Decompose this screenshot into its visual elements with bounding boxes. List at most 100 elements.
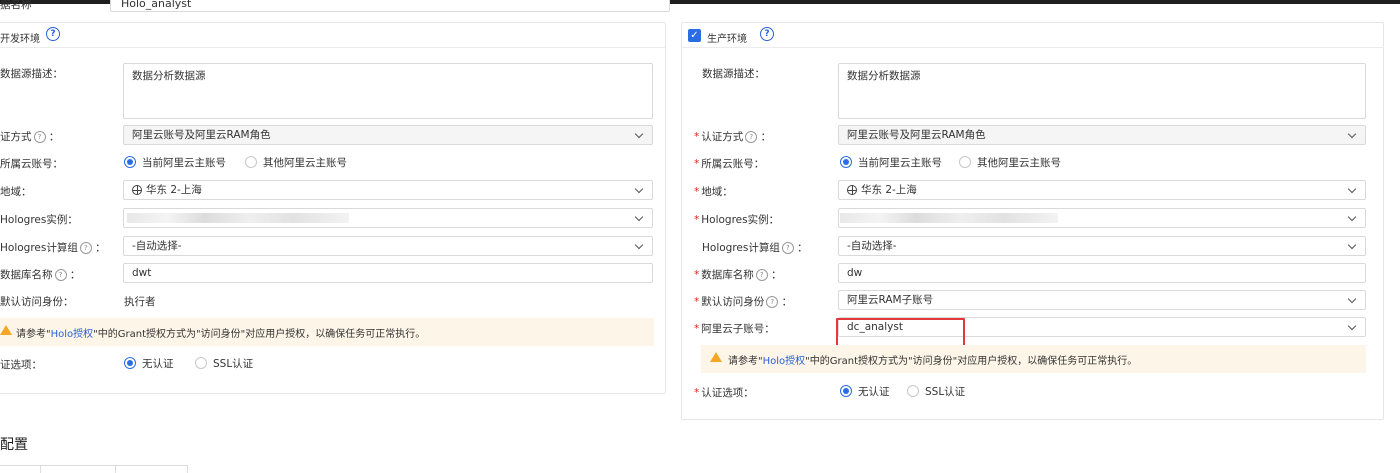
warning-icon <box>0 325 12 335</box>
prod-region-select[interactable]: 华东 2-上海 <box>838 180 1366 200</box>
dev-warning-post: "中的Grant授权方式为"访问身份"对应用户授权，以确保任务可正常执行。 <box>93 329 426 340</box>
chevron-down-icon <box>1347 240 1357 250</box>
prod-holo-auth-link[interactable]: Holo授权 <box>763 356 806 367</box>
question-circle-icon[interactable]: ? <box>760 27 774 41</box>
dev-desc-label: 数据源描述： <box>0 68 63 80</box>
dev-compute-label: Hologres计算组? ： <box>0 242 106 254</box>
prod-instance-label: * Hologres实例： <box>694 212 779 227</box>
prod-account-other-radio[interactable] <box>959 156 971 168</box>
chevron-down-icon <box>634 129 644 139</box>
required-mark: * <box>694 387 700 399</box>
required-mark: * <box>694 131 700 143</box>
dev-account-current-label: 当前阿里云主账号 <box>142 157 226 169</box>
question-icon[interactable]: ? <box>755 269 768 281</box>
prod-db-input[interactable]: dw <box>838 263 1366 283</box>
required-mark: * <box>694 269 700 281</box>
dev-auth-label: 证方式? ： <box>0 131 60 143</box>
prod-region-label-text: 地域： <box>701 186 733 198</box>
dev-db-input[interactable]: dwt <box>123 263 653 283</box>
prod-subaccount-label-text: 阿里云子账号： <box>701 323 775 335</box>
prod-environment-checkbox[interactable]: ✓ <box>688 29 701 42</box>
globe-icon <box>132 185 142 195</box>
prod-compute-label: Hologres计算组? ： <box>702 242 808 254</box>
dev-auth-select[interactable]: 阿里云账号及阿里云RAM角色 <box>123 125 653 145</box>
dev-environment-header <box>0 22 666 48</box>
question-icon[interactable]: ? <box>766 296 779 308</box>
dev-account-other-label: 其他阿里云主账号 <box>263 157 347 169</box>
question-icon[interactable]: ? <box>745 131 758 143</box>
prod-verify-label: * 认证选项： <box>694 385 754 400</box>
dev-identity-label: 默认访问身份： <box>0 296 74 308</box>
chevron-down-icon <box>1347 129 1357 139</box>
dev-warning-text: 请参考"Holo授权"中的Grant授权方式为"访问身份"对应用户授权，以确保任… <box>16 325 425 340</box>
dev-region-select[interactable]: 华东 2-上海 <box>123 180 653 200</box>
prod-instance-label-text: Hologres实例： <box>701 214 780 226</box>
prod-account-other-label: 其他阿里云主账号 <box>977 157 1061 169</box>
question-icon[interactable]: ? <box>781 242 794 254</box>
prod-warning-text: 请参考"Holo授权"中的Grant授权方式为"访问身份"对应用户授权，以确保任… <box>728 352 1137 367</box>
prod-identity-select[interactable]: 阿里云RAM子账号 <box>838 290 1366 310</box>
datasource-name-input[interactable]: Holo_analyst <box>110 0 670 12</box>
prod-compute-select[interactable]: -自动选择- <box>838 236 1366 256</box>
prod-account-label-text: 所属云账号： <box>701 158 765 170</box>
config-section-heading: 配置 <box>0 437 28 453</box>
prod-verify-ssl-label: SSL认证 <box>925 386 966 398</box>
chevron-down-icon <box>1347 321 1357 331</box>
dev-verify-none-label: 无认证 <box>142 358 174 370</box>
prod-auth-select[interactable]: 阿里云账号及阿里云RAM角色 <box>838 125 1366 145</box>
datasource-name-label: 据名称 <box>0 0 32 11</box>
chevron-down-icon <box>634 240 644 250</box>
dev-desc-textarea[interactable]: 数据分析数据源 <box>123 63 653 119</box>
dev-verify-none-radio[interactable] <box>124 357 136 369</box>
highlight-box <box>836 318 965 347</box>
prod-environment-title: 生产环境 <box>707 34 747 45</box>
dev-account-label: 所属云账号： <box>0 158 63 170</box>
required-mark: * <box>694 323 700 335</box>
dev-account-current-radio[interactable] <box>124 156 136 168</box>
prod-verify-none-label: 无认证 <box>858 386 890 398</box>
prod-warning-post: "中的Grant授权方式为"访问身份"对应用户授权，以确保任务可正常执行。 <box>805 356 1138 367</box>
dev-environment-title: 开发环境 <box>0 34 40 45</box>
globe-icon <box>847 185 857 195</box>
question-icon[interactable]: ? <box>79 242 92 254</box>
question-circle-icon[interactable]: ? <box>46 27 60 41</box>
required-mark: * <box>694 214 700 226</box>
dev-db-label-text: 数据库名称 <box>0 269 53 281</box>
prod-region-label: * 地域： <box>694 184 733 199</box>
prod-identity-label-text: 默认访问身份 <box>701 296 765 308</box>
required-mark: * <box>694 158 700 170</box>
prod-region-value: 华东 2-上海 <box>861 184 917 196</box>
chevron-down-icon <box>1347 212 1357 222</box>
chevron-down-icon <box>1347 294 1357 304</box>
dev-auth-label-text: 证方式 <box>0 131 32 143</box>
prod-warning-pre: 请参考" <box>728 356 763 367</box>
question-icon[interactable]: ? <box>54 269 67 281</box>
dev-compute-label-text: Hologres计算组 <box>0 242 78 254</box>
prod-compute-value: -自动选择- <box>847 240 897 252</box>
prod-account-current-radio[interactable] <box>840 156 852 168</box>
prod-compute-label-text: Hologres计算组 <box>702 242 780 254</box>
required-mark: * <box>694 186 700 198</box>
prod-auth-label-text: 认证方式 <box>701 131 744 143</box>
prod-verify-none-radio[interactable] <box>840 385 852 397</box>
prod-account-label: * 所属云账号： <box>694 156 764 171</box>
prod-verify-ssl-radio[interactable] <box>907 385 919 397</box>
chevron-down-icon <box>634 184 644 194</box>
prod-environment-header <box>681 22 1384 48</box>
dev-holo-auth-link[interactable]: Holo授权 <box>51 329 94 340</box>
question-icon[interactable]: ? <box>33 131 46 143</box>
prod-identity-label: * 默认访问身份? ： <box>694 296 793 308</box>
dev-instance-redacted <box>127 213 349 223</box>
dev-auth-value: 阿里云账号及阿里云RAM角色 <box>132 129 271 141</box>
chevron-down-icon <box>634 212 644 222</box>
prod-desc-label: 数据源描述： <box>702 68 765 80</box>
dev-account-other-radio[interactable] <box>245 156 257 168</box>
dev-compute-select[interactable]: -自动选择- <box>123 236 653 256</box>
required-mark: * <box>694 296 700 308</box>
prod-db-label-text: 数据库名称 <box>701 269 754 281</box>
dev-verify-ssl-radio[interactable] <box>195 357 207 369</box>
dev-db-label: 数据库名称? ： <box>0 269 81 281</box>
prod-desc-textarea[interactable]: 数据分析数据源 <box>838 63 1366 119</box>
dev-compute-value: -自动选择- <box>132 240 182 252</box>
prod-account-current-label: 当前阿里云主账号 <box>858 157 942 169</box>
